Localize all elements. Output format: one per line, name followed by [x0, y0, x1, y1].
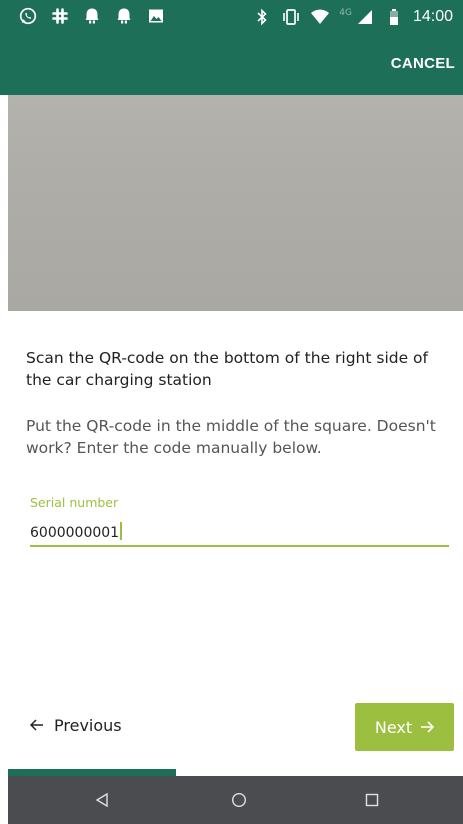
wifi-icon	[310, 7, 330, 27]
image-icon	[146, 6, 166, 26]
network-type: 4G	[339, 8, 352, 18]
whatsapp-icon	[18, 6, 38, 26]
recents-square-icon	[365, 793, 379, 810]
back-triangle-icon	[95, 792, 109, 811]
text-caret	[120, 522, 123, 540]
instruction-body: Put the QR-code in the middle of the squ…	[26, 417, 436, 457]
bluetooth-icon	[252, 7, 272, 27]
signal-icon	[355, 7, 375, 27]
status-right-icons: 4G 14:00	[252, 6, 453, 28]
system-nav-bar	[8, 776, 463, 824]
vibrate-icon	[281, 7, 301, 27]
serial-number-field[interactable]: Serial number 6000000001	[30, 495, 449, 551]
status-time: 14:00	[412, 8, 453, 25]
arrow-right-icon	[420, 718, 435, 737]
progress-bar	[8, 769, 463, 776]
recents-nav-button[interactable]	[359, 788, 385, 814]
battery-icon	[384, 7, 404, 27]
serial-number-value[interactable]: 6000000001	[30, 522, 123, 541]
status-left-icons	[18, 6, 166, 26]
previous-button[interactable]: Previous	[29, 716, 122, 735]
previous-label: Previous	[54, 716, 122, 735]
next-label: Next	[374, 717, 413, 737]
home-nav-button[interactable]	[226, 788, 252, 814]
app-bar: CANCEL	[0, 34, 463, 95]
status-bar: 4G 14:00	[0, 0, 463, 34]
instruction-title: Scan the QR-code on the bottom of the ri…	[26, 349, 429, 389]
camera-preview	[8, 95, 463, 311]
next-button[interactable]: Next	[355, 703, 454, 751]
home-circle-icon	[231, 792, 247, 811]
serial-number-label: Serial number	[30, 495, 119, 510]
progress-fill	[8, 769, 177, 776]
slack-icon	[50, 6, 70, 26]
notification-icon	[82, 6, 102, 26]
notification-icon	[114, 6, 134, 26]
serial-number-text: 6000000001	[30, 525, 120, 541]
arrow-left-icon	[29, 716, 44, 735]
cancel-button[interactable]: CANCEL	[389, 53, 457, 74]
screen: 4G 14:00 CANCEL Scan the QR-code on the …	[0, 0, 463, 824]
back-nav-button[interactable]	[89, 788, 115, 814]
